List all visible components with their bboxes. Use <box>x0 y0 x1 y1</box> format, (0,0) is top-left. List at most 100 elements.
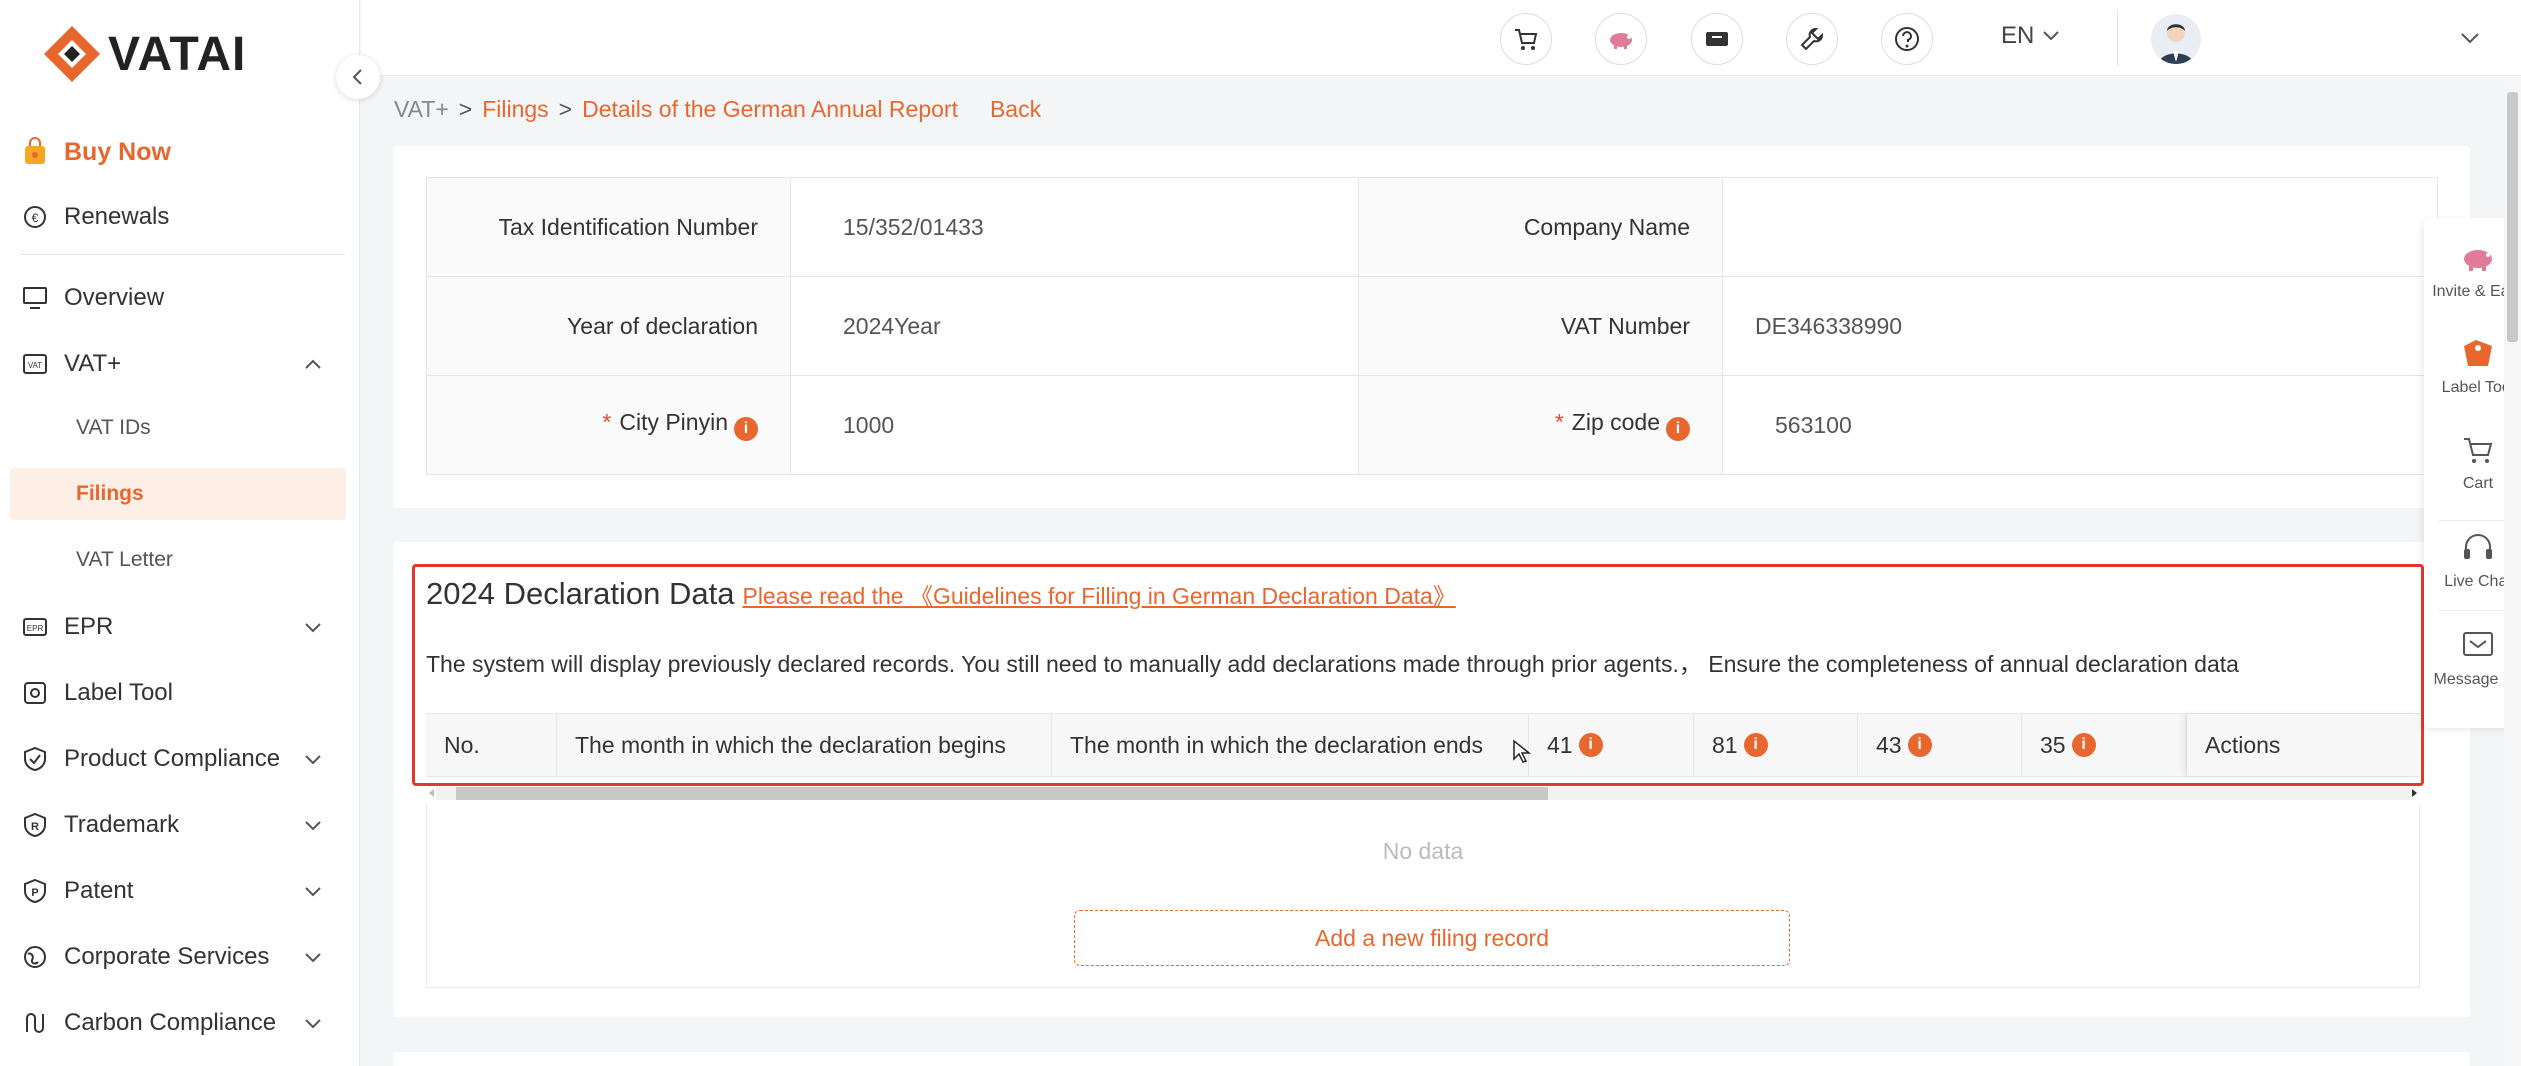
sidebar-item-label: Overview <box>64 284 165 311</box>
buy-now-link[interactable]: Buy Now <box>20 126 345 178</box>
wrench-icon <box>1800 28 1823 51</box>
breadcrumb-root[interactable]: VAT+ <box>394 96 449 123</box>
year-value: 2024Year <box>790 276 1359 376</box>
column-header-actions: Actions <box>2187 714 2420 776</box>
cart-button[interactable] <box>1500 13 1552 65</box>
column-header-41-label: 41 <box>1547 731 1573 758</box>
ticket-button[interactable] <box>1691 13 1743 65</box>
vat-number-value[interactable]: DE346338990 <box>1722 276 2438 376</box>
table-row: Tax Identification Number 15/352/01433 C… <box>426 177 2438 277</box>
language-selector[interactable]: EN <box>2001 22 2061 50</box>
renewals-label: Renewals <box>64 203 170 230</box>
tax-id-value: 15/352/01433 <box>790 177 1359 277</box>
city-pinyin-label: City Pinyin <box>619 409 728 435</box>
sidebar-sub-filings[interactable]: Filings <box>76 482 144 506</box>
table-row: * City Pinyin i 1000 * Zip code i 563100 <box>426 375 2438 475</box>
column-header-no: No. <box>426 714 557 776</box>
sidebar-item-carbon-compliance[interactable]: Carbon Compliance <box>20 997 345 1049</box>
help-button[interactable] <box>1881 13 1933 65</box>
year-label: Year of declaration <box>426 276 791 376</box>
sidebar-item-label: Patent <box>64 877 134 904</box>
sidebar-sub-vat-ids[interactable]: VAT IDs <box>76 416 151 440</box>
sidebar-item-overview[interactable]: Overview <box>20 272 345 324</box>
buy-now-label: Buy Now <box>64 137 171 166</box>
guidelines-link[interactable]: Please read the 《Guidelines for Filling … <box>742 577 1455 611</box>
renewals-link[interactable]: € Renewals <box>20 191 345 243</box>
breadcrumb: VAT+ > Filings > Details of the German A… <box>394 96 1041 123</box>
tools-button[interactable] <box>1786 13 1838 65</box>
shopping-bag-icon <box>20 137 50 167</box>
horizontal-scrollbar[interactable] <box>426 784 2420 802</box>
sidebar-item-patent[interactable]: P Patent <box>20 865 345 917</box>
info-icon[interactable]: i <box>1907 733 1932 757</box>
page-scrollbar[interactable] <box>2504 80 2521 1066</box>
breadcrumb-separator: > <box>558 96 573 122</box>
mouse-cursor-icon <box>1513 739 1532 763</box>
patent-icon: P <box>20 876 50 906</box>
piggy-icon <box>1610 33 1632 49</box>
chevron-down-icon <box>305 755 321 765</box>
sidebar-item-trademark[interactable]: R Trademark <box>20 799 345 851</box>
info-icon[interactable]: i <box>1666 417 1690 441</box>
city-pinyin-value: 1000 <box>790 375 1359 475</box>
declaration-note: The system will display previously decla… <box>426 651 2239 677</box>
sidebar-item-label-tool[interactable]: Label Tool <box>20 667 345 719</box>
back-link[interactable]: Back <box>990 96 1041 123</box>
add-filing-record-button[interactable]: Add a new filing record <box>1074 910 1790 966</box>
sidebar-collapse-button[interactable] <box>336 55 380 99</box>
sidebar-item-label: Label Tool <box>64 679 173 706</box>
column-header-end-month: The month in which the declaration ends <box>1052 714 1529 776</box>
company-name-value <box>1722 177 2438 277</box>
column-header-35: 35 i <box>2022 714 2187 776</box>
label-icon <box>20 678 50 708</box>
breadcrumb-filings[interactable]: Filings <box>482 96 548 123</box>
user-avatar[interactable] <box>2151 14 2201 64</box>
chevron-left-icon <box>352 69 362 85</box>
carbon-icon <box>20 1008 50 1038</box>
chevron-down-icon <box>305 623 321 633</box>
scroll-right-icon[interactable] <box>2410 784 2420 802</box>
tax-id-label: Tax Identification Number <box>426 177 791 277</box>
sidebar-item-corporate-services[interactable]: Corporate Services <box>20 931 345 983</box>
info-icon[interactable]: i <box>1578 733 1603 757</box>
city-pinyin-label-cell: * City Pinyin i <box>426 375 791 475</box>
column-header-begin-month: The month in which the declaration begin… <box>557 714 1052 776</box>
breadcrumb-current[interactable]: Details of the German Annual Report <box>582 96 958 123</box>
logo-mark-icon <box>40 22 104 86</box>
chevron-down-icon <box>305 953 321 963</box>
zip-code-label: Zip code <box>1571 409 1660 435</box>
vatai-logo[interactable]: VATAI <box>40 22 246 86</box>
user-avatar-icon <box>2159 24 2193 64</box>
headset-icon <box>2456 528 2500 568</box>
zip-code-text: 563100 <box>1775 411 1852 438</box>
shield-icon <box>20 744 50 774</box>
info-icon[interactable]: i <box>2071 733 2096 757</box>
column-header-81-label: 81 <box>1712 731 1738 758</box>
page-scrollbar-thumb[interactable] <box>2507 92 2518 342</box>
column-header-35-label: 35 <box>2040 731 2066 758</box>
info-icon[interactable]: i <box>734 417 758 441</box>
invite-button[interactable] <box>1595 13 1647 65</box>
sidebar-item-label: Product Compliance <box>64 745 281 772</box>
sidebar-item-epr[interactable]: EPR EPR <box>20 601 345 653</box>
cart-icon <box>2456 430 2500 470</box>
info-icon[interactable]: i <box>1743 733 1768 757</box>
column-header-43-label: 43 <box>1876 731 1902 758</box>
sidebar-sub-vat-letter[interactable]: VAT Letter <box>76 548 173 572</box>
scrollbar-thumb[interactable] <box>456 787 1548 800</box>
sidebar-item-product-compliance[interactable]: Product Compliance <box>20 733 345 785</box>
sidebar-item-label: Corporate Services <box>64 943 270 970</box>
column-header-43: 43 i <box>1858 714 2022 776</box>
sidebar-active-highlight <box>10 468 346 520</box>
svg-text:EPR: EPR <box>27 624 44 633</box>
chevron-down-icon <box>305 887 321 897</box>
chevron-down-icon[interactable] <box>2456 24 2484 52</box>
chevron-up-icon <box>305 359 321 369</box>
vat-icon: VAT <box>20 349 50 379</box>
required-mark: * <box>1554 409 1564 435</box>
sidebar-divider <box>20 254 345 255</box>
scroll-left-icon[interactable] <box>426 784 436 802</box>
monitor-icon <box>20 283 50 313</box>
sidebar-item-vat[interactable]: VAT VAT+ <box>20 338 345 390</box>
vat-number-label: VAT Number <box>1358 276 1723 376</box>
